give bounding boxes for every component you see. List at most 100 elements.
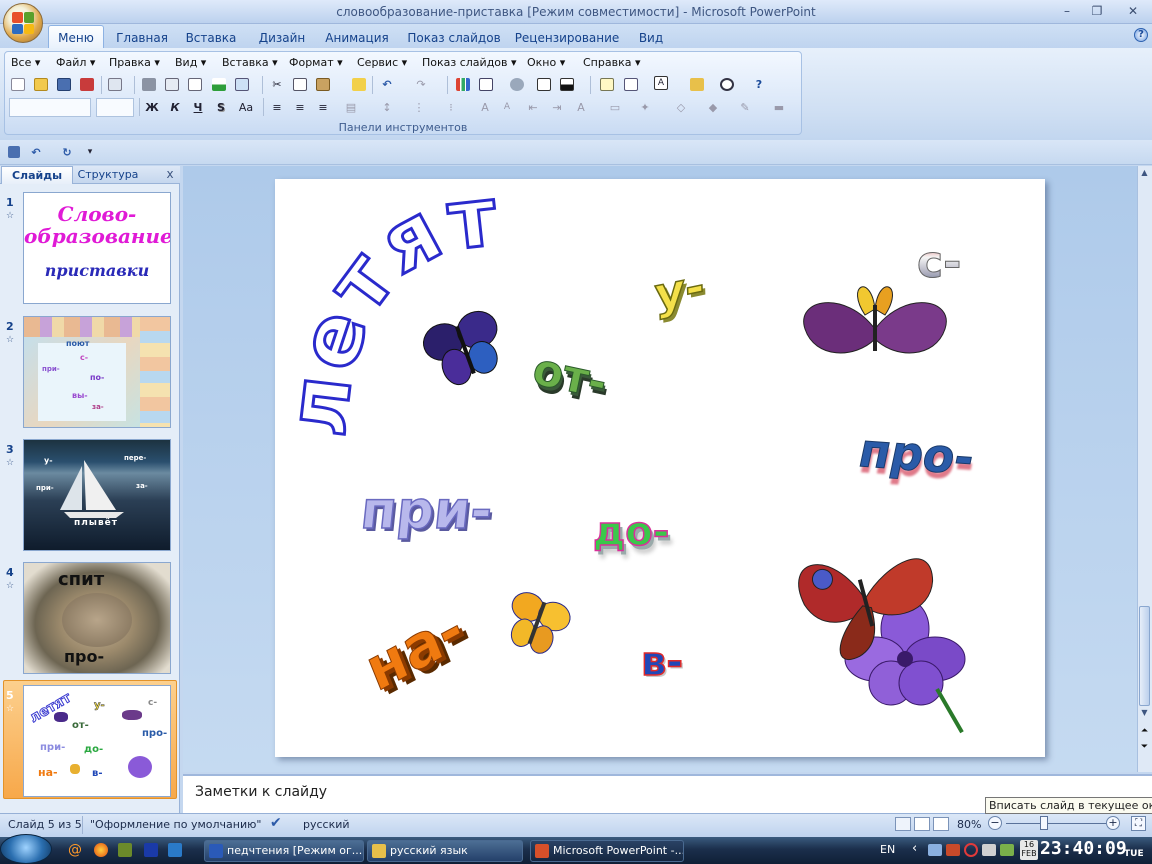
decrease-indent-icon[interactable]: ⇤ (524, 99, 542, 116)
copy-icon[interactable] (291, 76, 309, 93)
slide-design-icon[interactable]: ▭ (606, 99, 624, 116)
permission-icon[interactable] (78, 76, 96, 93)
tab-design[interactable]: Дизайн (252, 28, 312, 48)
fill-color-icon[interactable]: ◆ (704, 99, 722, 116)
email-icon[interactable] (106, 76, 124, 93)
menu-window[interactable]: Окно ▾ (527, 55, 565, 71)
scroll-thumb[interactable] (1139, 606, 1150, 706)
normal-view-icon[interactable] (895, 817, 911, 831)
find-icon[interactable] (718, 76, 736, 93)
minimize-button[interactable]: – (1056, 3, 1078, 19)
help-toolbar-icon[interactable]: ? (750, 76, 768, 93)
current-slide[interactable]: летят у- с- от- про- при- до- на- в- (275, 179, 1045, 757)
redo-icon[interactable]: ↷ (412, 76, 430, 93)
quicklaunch-app2-icon[interactable] (144, 843, 158, 857)
tab-menu[interactable]: Меню (48, 28, 104, 48)
increase-indent-icon[interactable]: ⇥ (548, 99, 566, 116)
align-right-icon[interactable]: ≡ (314, 99, 332, 116)
fit-slide-icon[interactable]: ⛶ (1131, 816, 1146, 831)
line-color-icon[interactable]: ✎ (736, 99, 754, 116)
align-center-icon[interactable]: ≡ (291, 99, 309, 116)
spelling-icon[interactable] (210, 76, 228, 93)
zoom-in-button[interactable]: + (1106, 816, 1120, 830)
font-size-combo[interactable] (96, 98, 134, 117)
menu-format[interactable]: Формат ▾ (289, 55, 343, 71)
animation-icon[interactable]: ✦ (636, 99, 654, 116)
folder-open-icon[interactable] (688, 76, 706, 93)
decrease-font-icon[interactable]: A (498, 99, 516, 116)
print-preview-icon[interactable] (163, 76, 181, 93)
web-icon[interactable] (508, 76, 526, 93)
tab-view[interactable]: Вид (632, 28, 670, 48)
clock[interactable]: 23:40:09 (1040, 838, 1127, 859)
shadow-button[interactable]: S (212, 99, 230, 116)
task-word[interactable]: педчтения [Режим ог... (204, 840, 364, 862)
undo-icon[interactable]: ↶ (378, 76, 396, 93)
help-icon[interactable]: ? (1134, 28, 1148, 42)
zoom-level[interactable]: 80% (957, 818, 981, 831)
paste-icon[interactable] (314, 76, 332, 93)
qat-customize-icon[interactable]: ▾ (81, 144, 99, 161)
tab-outline[interactable]: Структура (73, 166, 143, 184)
menu-all[interactable]: Все ▾ (11, 55, 40, 71)
font-color-dim-icon[interactable]: A (572, 99, 590, 116)
tab-home[interactable]: Главная (112, 28, 172, 48)
save-icon[interactable] (55, 76, 73, 93)
table-icon[interactable] (477, 76, 495, 93)
task-powerpoint[interactable]: Microsoft PowerPoint -... (530, 840, 684, 862)
chart-icon[interactable] (454, 76, 472, 93)
close-button[interactable]: ✕ (1122, 3, 1144, 19)
line-spacing-icon[interactable]: ↕ (378, 99, 396, 116)
tab-insert[interactable]: Вставка (182, 28, 240, 48)
quicklaunch-desktop-icon[interactable] (168, 843, 182, 857)
menu-tools[interactable]: Сервис ▾ (357, 55, 407, 71)
menu-file[interactable]: Файл ▾ (56, 55, 95, 71)
font-family-combo[interactable] (9, 98, 91, 117)
layout-icon[interactable] (622, 76, 640, 93)
next-slide-icon[interactable]: ⏷ (1139, 742, 1150, 756)
scroll-up-icon[interactable]: ▲ (1139, 168, 1150, 180)
restore-button[interactable]: ❐ (1086, 3, 1108, 19)
slideshow-view-icon[interactable] (933, 817, 949, 831)
align-left-icon[interactable]: ≡ (268, 99, 286, 116)
language-indicator[interactable]: EN (880, 843, 895, 856)
quicklaunch-app-icon[interactable] (118, 843, 132, 857)
columns-icon[interactable]: ▤ (342, 99, 360, 116)
slide-thumbnail-2[interactable]: поют с- при- по- вы- за- (23, 316, 171, 428)
print-icon[interactable] (140, 76, 158, 93)
menu-help[interactable]: Справка ▾ (583, 55, 640, 71)
slide-thumbnail-1[interactable]: Слово- образование приставки (23, 192, 171, 304)
bullets-icon[interactable]: ⁝ (442, 99, 460, 116)
cut-icon[interactable]: ✂ (268, 76, 286, 93)
grid-icon[interactable] (535, 76, 553, 93)
new-slide-icon[interactable] (598, 76, 616, 93)
tray-expand-icon[interactable]: ‹ (912, 841, 917, 856)
italic-button[interactable]: К (166, 99, 184, 116)
zoom-slider-track[interactable] (1006, 823, 1106, 824)
qat-save-icon[interactable] (5, 144, 23, 161)
new-file-icon[interactable] (9, 76, 27, 93)
office-button[interactable] (3, 3, 43, 43)
start-button[interactable] (0, 834, 52, 864)
font-color-icon[interactable]: A (654, 76, 668, 90)
color-grayscale-icon[interactable] (558, 76, 576, 93)
open-folder-icon[interactable] (32, 76, 50, 93)
slide-sorter-icon[interactable] (914, 817, 930, 831)
spellcheck-icon[interactable]: ✔ (270, 815, 282, 831)
scroll-down-icon[interactable]: ▼ (1139, 708, 1150, 720)
quicklaunch-firefox-icon[interactable] (94, 843, 108, 857)
quicklaunch-email-icon[interactable]: @ (68, 842, 82, 858)
task-folder[interactable]: русский язык (367, 840, 523, 862)
tab-review[interactable]: Рецензирование (512, 28, 622, 48)
shape-icon[interactable]: ◇ (672, 99, 690, 116)
menu-insert[interactable]: Вставка ▾ (222, 55, 278, 71)
zoom-out-button[interactable]: − (988, 816, 1002, 830)
slide-thumbnail-4[interactable]: спит про- (23, 562, 171, 674)
change-case-button[interactable]: Aa (235, 99, 257, 116)
menu-slideshow[interactable]: Показ слайдов ▾ (422, 55, 517, 71)
slide-thumbnail-5[interactable]: летят у- с- от- про- при- до- на- в- (23, 685, 171, 797)
underline-button[interactable]: Ч (189, 99, 207, 116)
tab-slides[interactable]: Слайды (1, 166, 73, 184)
previous-slide-icon[interactable]: ⏶ (1139, 726, 1150, 740)
slide-thumbnail-3[interactable]: у- пере- при- за- плывёт (23, 439, 171, 551)
